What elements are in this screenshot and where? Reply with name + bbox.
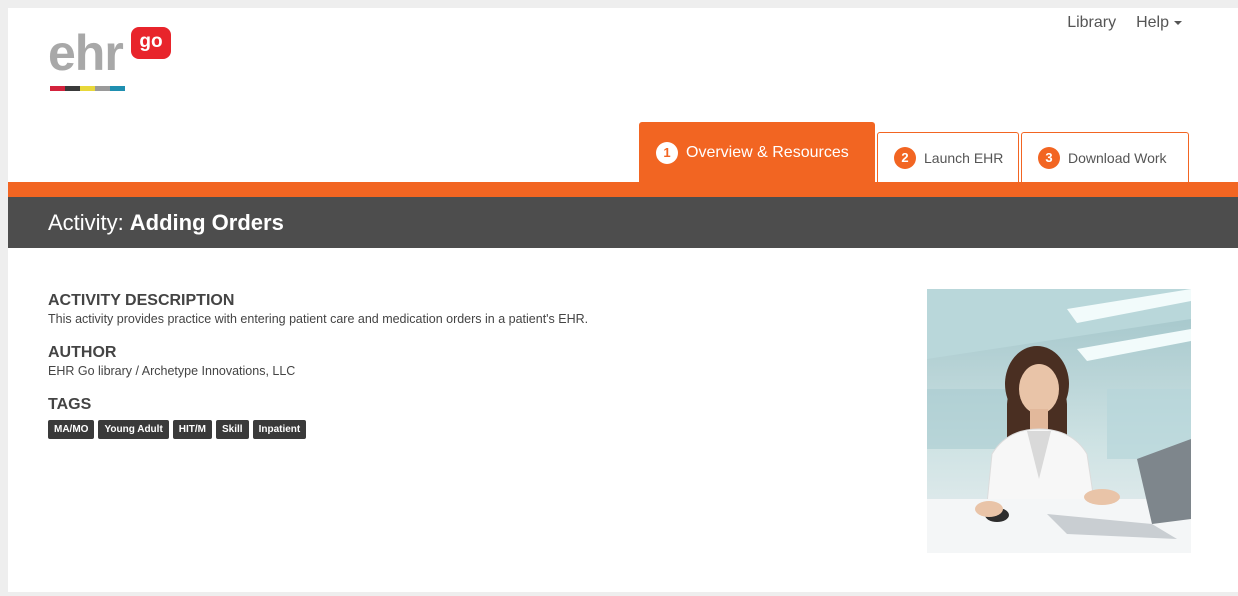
page: ehr go Library Help 1 Overview & Resourc… (8, 8, 1238, 592)
tab-label: Launch EHR (924, 149, 1004, 166)
tab-label: Overview & Resources (686, 143, 849, 161)
help-label: Help (1136, 14, 1169, 31)
caret-down-icon (1174, 20, 1182, 25)
tab-overview-resources[interactable]: 1 Overview & Resources (639, 122, 875, 182)
tag-inpatient[interactable]: Inpatient (252, 420, 307, 439)
description-heading: ACTIVITY DESCRIPTION (48, 292, 235, 309)
tags-heading: TAGS (48, 396, 92, 413)
activity-photo (927, 289, 1191, 553)
author-heading: AUTHOR (48, 344, 117, 361)
activity-prefix: Activity: (48, 209, 124, 235)
top-nav: Library Help (1067, 14, 1182, 32)
tab-launch-ehr[interactable]: 2 Launch EHR (877, 132, 1019, 182)
logo-badge: go (131, 27, 171, 59)
tag-ma-mo[interactable]: MA/MO (48, 420, 95, 439)
step-number-badge: 1 (656, 141, 678, 164)
activity-details: ACTIVITY DESCRIPTION This activity provi… (48, 292, 908, 457)
logo-color-stripe (50, 86, 125, 91)
tab-label: Download Work (1068, 149, 1167, 166)
tag-hit-m[interactable]: HIT/M (172, 420, 212, 439)
author-text: EHR Go library / Archetype Innovations, … (48, 364, 296, 378)
description-section: ACTIVITY DESCRIPTION This activity provi… (48, 292, 908, 326)
author-section: AUTHOR EHR Go library / Archetype Innova… (48, 344, 908, 378)
tag-skill[interactable]: Skill (216, 420, 249, 439)
tags-section: TAGS MA/MO Young Adult HIT/M Skill Inpat… (48, 396, 908, 439)
tag-list: MA/MO Young Adult HIT/M Skill Inpatient (48, 420, 908, 439)
ehr-go-logo[interactable]: ehr go (48, 18, 178, 98)
logo-word: ehr (48, 25, 124, 81)
step-number-badge: 2 (894, 146, 916, 169)
tag-young-adult[interactable]: Young Adult (98, 420, 169, 439)
library-link[interactable]: Library (1067, 14, 1116, 32)
activity-title-bar: Activity: Adding Orders (8, 197, 1238, 248)
step-number-badge: 3 (1038, 146, 1060, 169)
help-menu[interactable]: Help (1136, 14, 1182, 32)
description-text: This activity provides practice with ent… (48, 312, 589, 326)
clinician-at-laptop-image (927, 289, 1191, 553)
accent-bar (8, 182, 1238, 197)
activity-name: Adding Orders (129, 209, 284, 235)
tab-download-work[interactable]: 3 Download Work (1021, 132, 1189, 182)
